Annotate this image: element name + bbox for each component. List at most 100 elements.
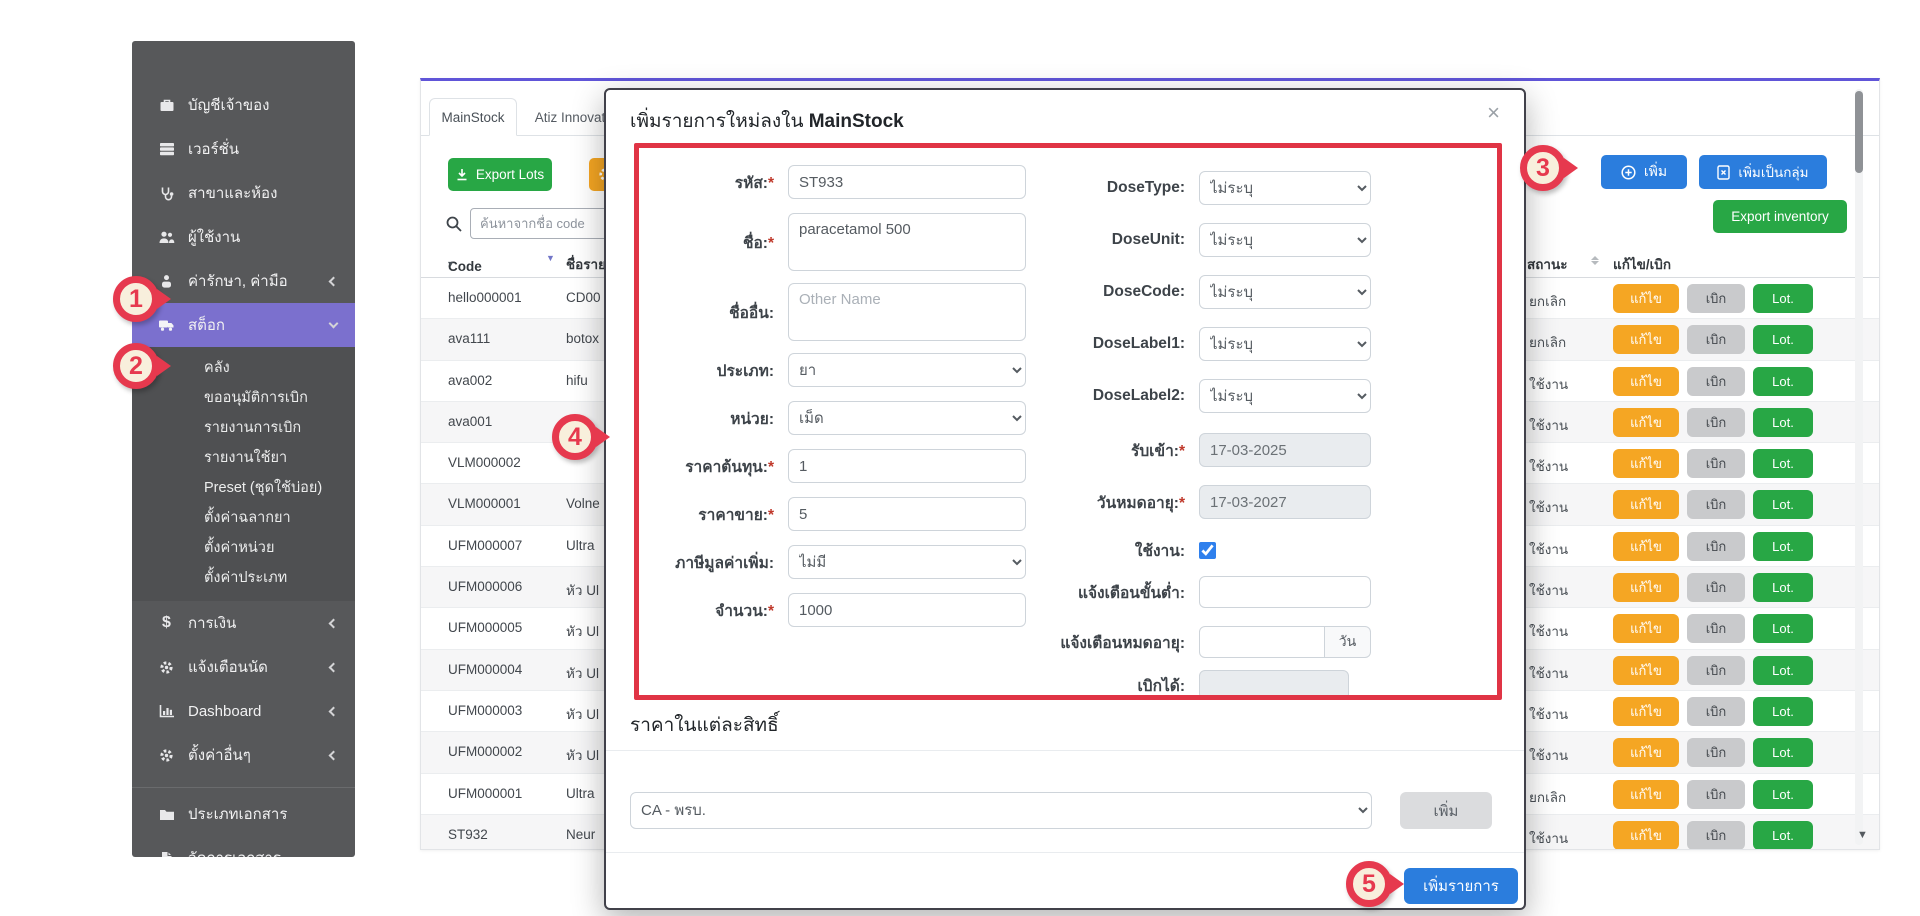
withdraw-button[interactable]: เบิก	[1687, 408, 1745, 437]
edit-button[interactable]: แก้ไข	[1613, 573, 1679, 602]
active-checkbox[interactable]	[1199, 542, 1216, 559]
lot-button[interactable]: Lot.	[1753, 656, 1813, 685]
step-5-badge: 5	[1346, 861, 1392, 907]
sell-price-input[interactable]	[788, 497, 1026, 531]
sorter-icon[interactable]	[1591, 256, 1599, 265]
withdraw-button[interactable]: เบิก	[1687, 821, 1745, 850]
withdraw-button[interactable]: เบิก	[1687, 532, 1745, 561]
quantity-input[interactable]	[788, 593, 1026, 627]
withdraw-button[interactable]: เบิก	[1687, 449, 1745, 478]
bar-chart-icon	[158, 704, 175, 719]
column-header-actions[interactable]: แก้ไข/เบิก	[1613, 253, 1671, 275]
sidebar-item-branches-rooms[interactable]: สาขาและห้อง	[132, 171, 355, 215]
stock-submenu-item[interactable]: ตั้งค่าประเภท	[132, 563, 355, 593]
add-privilege-button[interactable]: เพิ่ม	[1400, 792, 1492, 829]
sidebar-item-version[interactable]: เวอร์ชั่น	[132, 127, 355, 171]
sidebar-item-label: จัดการเอกสาร	[188, 846, 281, 857]
add-button[interactable]: เพิ่ม	[1601, 155, 1687, 189]
scrollbar-thumb[interactable]	[1855, 91, 1863, 173]
sidebar-item-label: การเงิน	[188, 611, 236, 635]
lot-button[interactable]: Lot.	[1753, 284, 1813, 313]
dose-label2-select[interactable]: ไม่ระบุ	[1199, 379, 1371, 413]
edit-button[interactable]: แก้ไข	[1613, 697, 1679, 726]
withdraw-button[interactable]: เบิก	[1687, 614, 1745, 643]
edit-button[interactable]: แก้ไข	[1613, 367, 1679, 396]
stock-submenu-item[interactable]: Preset (ชุดใช้บ่อย)	[132, 473, 355, 503]
privilege-select[interactable]: CA - พรบ.	[630, 792, 1372, 829]
withdraw-button[interactable]: เบิก	[1687, 656, 1745, 685]
cost-price-input[interactable]	[788, 449, 1026, 483]
lot-button[interactable]: Lot.	[1753, 614, 1813, 643]
withdraw-button[interactable]: เบิก	[1687, 325, 1745, 354]
edit-button[interactable]: แก้ไข	[1613, 325, 1679, 354]
sidebar-item-owner-account[interactable]: บัญชีเจ้าของ	[132, 83, 355, 127]
filter-caret-icon[interactable]: ▼	[546, 253, 555, 263]
withdraw-button[interactable]: เบิก	[1687, 780, 1745, 809]
edit-button[interactable]: แก้ไข	[1613, 614, 1679, 643]
sidebar-item-appointment-alerts[interactable]: แจ้งเตือนนัด	[132, 645, 355, 689]
lot-button[interactable]: Lot.	[1753, 738, 1813, 767]
stock-submenu-item[interactable]: รายงานการเบิก	[132, 413, 355, 443]
sidebar-item-finance[interactable]: $ การเงิน	[132, 601, 355, 645]
stock-submenu-item[interactable]: รายงานใช้ยา	[132, 443, 355, 473]
other-name-textarea[interactable]	[788, 283, 1026, 341]
edit-button[interactable]: แก้ไข	[1613, 284, 1679, 313]
unit-select[interactable]: เม็ด	[788, 401, 1026, 435]
edit-button[interactable]: แก้ไข	[1613, 821, 1679, 850]
dose-unit-select[interactable]: ไม่ระบุ	[1199, 223, 1371, 257]
lot-button[interactable]: Lot.	[1753, 325, 1813, 354]
sidebar-item-users[interactable]: ผู้ใช้งาน	[132, 215, 355, 259]
edit-button[interactable]: แก้ไข	[1613, 490, 1679, 519]
cell-code: ST932	[448, 827, 488, 842]
edit-button[interactable]: แก้ไข	[1613, 656, 1679, 685]
lot-button[interactable]: Lot.	[1753, 490, 1813, 519]
edit-button[interactable]: แก้ไข	[1613, 449, 1679, 478]
withdraw-button[interactable]: เบิก	[1687, 697, 1745, 726]
add-group-button[interactable]: เพิ่มเป็นกลุ่ม	[1699, 155, 1827, 189]
received-date-input	[1199, 433, 1371, 467]
edit-button[interactable]: แก้ไข	[1613, 532, 1679, 561]
export-inventory-button[interactable]: Export inventory	[1713, 200, 1847, 233]
stock-submenu-item[interactable]: ตั้งค่าฉลากยา	[132, 503, 355, 533]
column-header-name[interactable]: ชื่อราย	[566, 253, 606, 275]
export-lots-button[interactable]: Export Lots	[448, 158, 552, 191]
withdraw-button[interactable]: เบิก	[1687, 573, 1745, 602]
sidebar-item-dashboard[interactable]: Dashboard	[132, 689, 355, 733]
min-alert-input[interactable]	[1199, 576, 1371, 608]
sidebar-item-document-types[interactable]: ประเภทเอกสาร	[132, 792, 355, 836]
lot-button[interactable]: Lot.	[1753, 697, 1813, 726]
scroll-down-caret-icon[interactable]: ▼	[1857, 829, 1868, 841]
withdraw-button[interactable]: เบิก	[1687, 284, 1745, 313]
sidebar-item-manage-documents[interactable]: จัดการเอกสาร	[132, 836, 355, 857]
withdraw-button[interactable]: เบิก	[1687, 490, 1745, 519]
expire-alert-input[interactable]	[1199, 626, 1325, 658]
dose-code-select[interactable]: ไม่ระบุ	[1199, 275, 1371, 309]
lot-button[interactable]: Lot.	[1753, 449, 1813, 478]
vat-select[interactable]: ไม่มี	[788, 545, 1026, 579]
column-header-status[interactable]: สถานะ	[1527, 253, 1567, 275]
lot-button[interactable]: Lot.	[1753, 367, 1813, 396]
code-input[interactable]	[788, 165, 1026, 199]
lot-button[interactable]: Lot.	[1753, 408, 1813, 437]
dose-label1-select[interactable]: ไม่ระบุ	[1199, 327, 1371, 361]
edit-button[interactable]: แก้ไข	[1613, 738, 1679, 767]
name-textarea[interactable]: paracetamol 500	[788, 213, 1026, 271]
sidebar-item-label: บัญชีเจ้าของ	[188, 93, 269, 117]
stock-submenu-item[interactable]: ขออนุมัติการเบิก	[132, 383, 355, 413]
dose-type-select[interactable]: ไม่ระบุ	[1199, 171, 1371, 205]
withdraw-button[interactable]: เบิก	[1687, 367, 1745, 396]
lot-button[interactable]: Lot.	[1753, 573, 1813, 602]
withdraw-button[interactable]: เบิก	[1687, 738, 1745, 767]
lot-button[interactable]: Lot.	[1753, 780, 1813, 809]
stock-submenu-item[interactable]: ตั้งค่าหน่วย	[132, 533, 355, 563]
lot-button[interactable]: Lot.	[1753, 532, 1813, 561]
lot-button[interactable]: Lot.	[1753, 821, 1813, 850]
edit-button[interactable]: แก้ไข	[1613, 780, 1679, 809]
close-icon[interactable]: ×	[1487, 100, 1500, 126]
edit-button[interactable]: แก้ไข	[1613, 408, 1679, 437]
tab-mainstock[interactable]: MainStock	[429, 98, 517, 136]
category-select[interactable]: ยา	[788, 353, 1026, 387]
sidebar-item-stock[interactable]: สต็อก	[132, 303, 355, 347]
submit-add-item-button[interactable]: เพิ่มรายการ	[1404, 868, 1518, 904]
sidebar-item-other-settings[interactable]: ตั้งค่าอื่นๆ	[132, 733, 355, 777]
